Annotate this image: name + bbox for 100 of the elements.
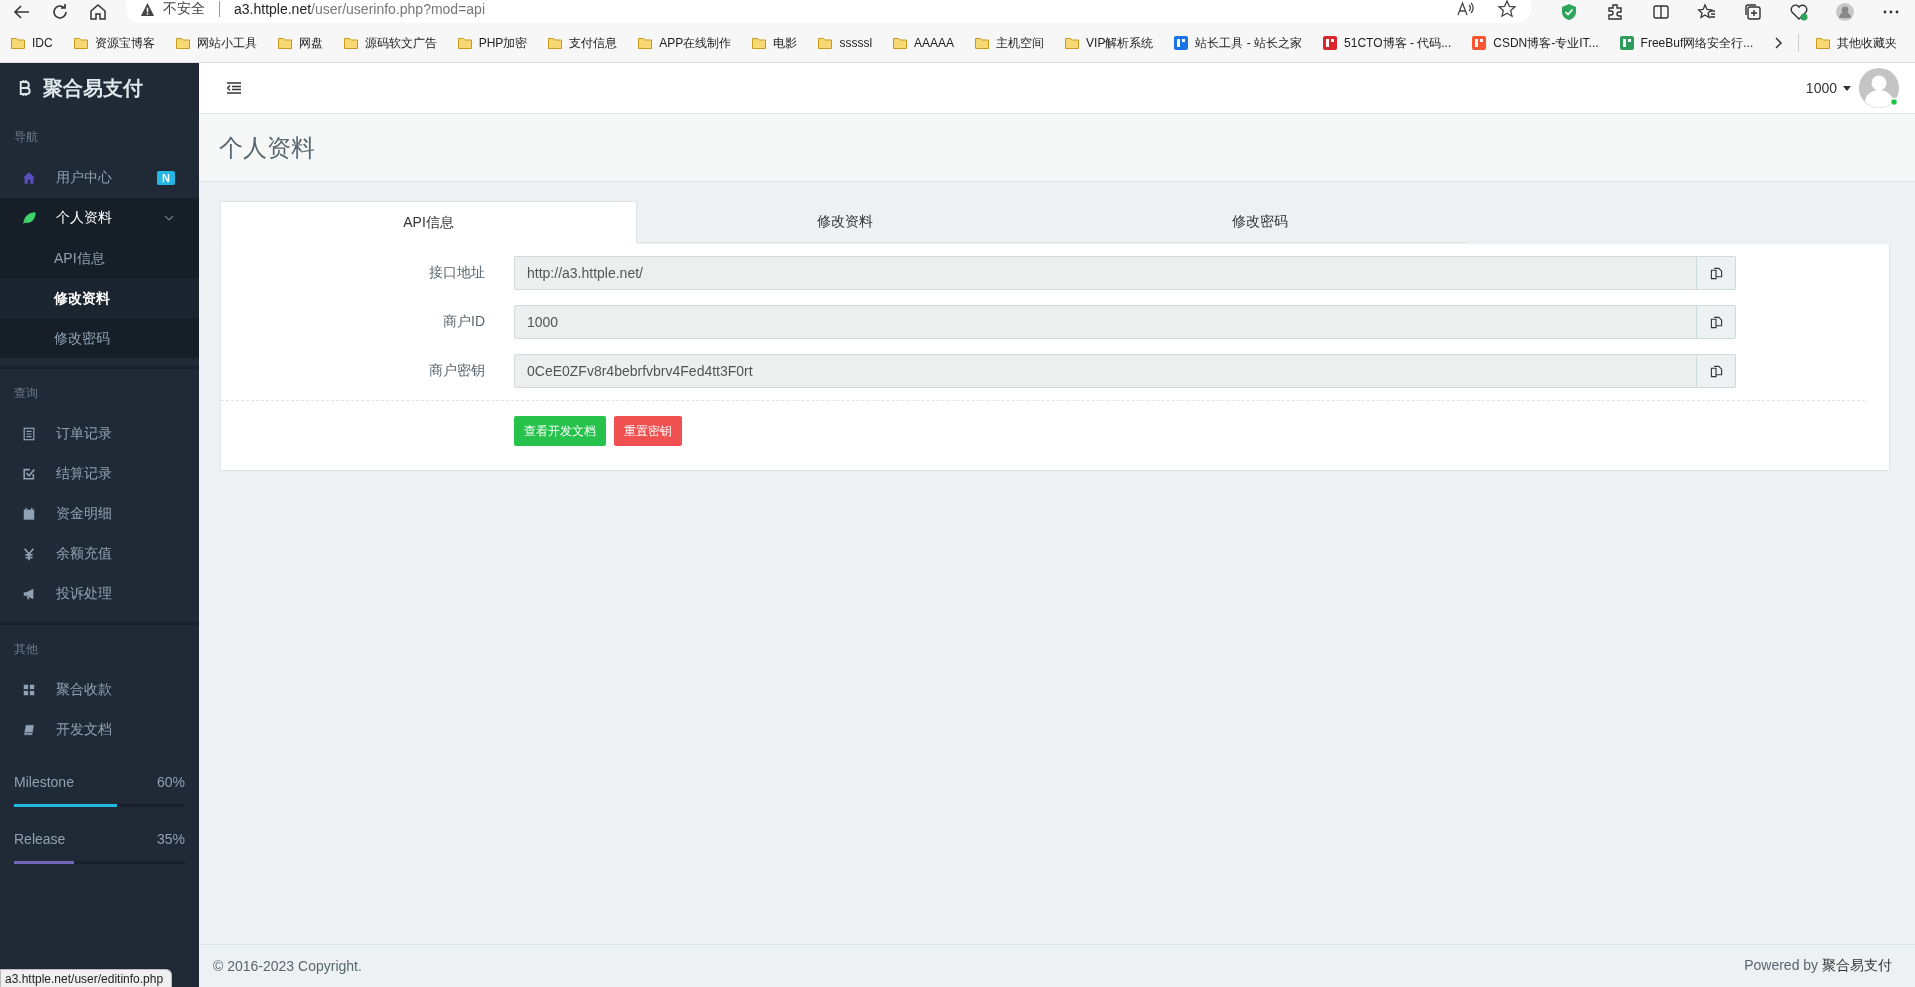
bullhorn-icon — [22, 587, 36, 601]
profile-icon[interactable] — [1835, 2, 1855, 22]
section-heading: 其他 — [13, 641, 39, 658]
yen-icon — [22, 547, 36, 561]
bookmark[interactable]: 网站小工具 — [170, 31, 261, 55]
warning-icon — [140, 1, 155, 17]
bookmark[interactable]: VIP解析系统 — [1060, 31, 1158, 55]
copy-button[interactable] — [1697, 256, 1736, 290]
nav-item[interactable]: 个人资料 — [0, 198, 199, 238]
bookmark[interactable]: IDC — [6, 32, 57, 54]
copy-button[interactable] — [1697, 354, 1736, 388]
address-bar[interactable]: 不安全 a3.httple.net/user/userinfo.php?mod=api — [126, 0, 1531, 23]
input-field[interactable]: 1000 — [514, 305, 1697, 339]
bookmark[interactable]: 资源宝博客 — [68, 31, 159, 55]
home-icon — [22, 171, 36, 185]
folder-icon — [547, 35, 564, 51]
leaf-icon — [22, 211, 36, 225]
folder-icon — [72, 35, 89, 51]
folder-icon — [1815, 35, 1831, 51]
folder-icon — [342, 35, 359, 51]
input-field[interactable]: http://a3.httple.net/ — [514, 256, 1697, 290]
nav-item[interactable]: 结算记录 — [0, 454, 199, 494]
action-button[interactable]: 重置密钥 — [614, 416, 682, 446]
copy-icon — [1709, 315, 1723, 329]
security-label: 不安全 — [163, 0, 205, 18]
split-screen-icon[interactable] — [1651, 2, 1671, 22]
heart-pulse-icon[interactable] — [1789, 2, 1809, 22]
powered-by-text: Powered by 聚合易支付 — [1744, 957, 1892, 975]
folder-icon — [817, 35, 834, 51]
bookmark[interactable]: 主机空间 — [970, 31, 1049, 55]
nav-item[interactable]: 开发文档 — [0, 710, 199, 750]
field-label: 商户密钥 — [428, 362, 486, 380]
favorites-icon[interactable] — [1697, 2, 1717, 22]
progress-label: Milestone — [14, 774, 74, 790]
folder-icon — [456, 35, 473, 51]
input-field[interactable]: 0CeE0ZFv8r4bebrfvbrv4Fed4tt3F0rt — [514, 354, 1697, 388]
progress-reading: 60% — [156, 774, 185, 790]
copyright-text: © 2016-2023 Copyright. — [213, 958, 362, 974]
bitcoin-icon — [19, 79, 31, 97]
nav-item[interactable]: 聚合收款 — [0, 670, 199, 710]
user-menu[interactable]: 1000 — [1805, 80, 1851, 96]
folder-icon — [637, 35, 654, 51]
bookmark[interactable]: sssssl — [813, 32, 877, 54]
calendar-icon — [22, 507, 36, 521]
bookmark[interactable]: 源码软文广告 — [338, 31, 441, 55]
bookmark[interactable]: 网盘 — [272, 31, 327, 55]
bookmark[interactable]: 站长工具 - 站长之家 — [1169, 31, 1307, 55]
bookmark[interactable]: AAAAA — [888, 32, 959, 54]
folder-icon — [10, 35, 26, 51]
new-badge: N — [157, 171, 175, 185]
status-url: a3.httple.net/user/editinfo.php — [0, 969, 173, 987]
copy-button[interactable] — [1697, 305, 1736, 339]
nav-item[interactable]: 资金明细 — [0, 494, 199, 534]
submenu-item[interactable]: API信息 — [0, 238, 199, 278]
tab[interactable]: 修改密码 — [1052, 201, 1467, 243]
bookmark[interactable]: CSDN博客-专业IT... — [1467, 31, 1603, 55]
star-icon[interactable] — [1497, 0, 1517, 19]
folder-icon — [276, 35, 293, 51]
bookmark[interactable]: 电影 — [747, 31, 802, 55]
section-heading: 查询 — [13, 385, 39, 402]
tab[interactable]: API信息 — [220, 201, 637, 244]
nav-item[interactable]: 用户中心 N — [0, 158, 199, 198]
bookmark[interactable]: FreeBuf网络安全行... — [1614, 31, 1758, 55]
book-icon — [22, 723, 36, 737]
bookmark[interactable]: 其他收藏夹 — [1811, 31, 1901, 55]
menu-icon[interactable] — [227, 82, 241, 94]
folder-icon — [751, 35, 768, 51]
nav-item[interactable]: 余额充值 — [0, 534, 199, 574]
field-label: 商户ID — [442, 313, 486, 331]
caret-icon — [1843, 85, 1851, 91]
list-icon — [22, 427, 36, 441]
bookmark[interactable]: 支付信息 — [543, 31, 622, 55]
folder-icon — [174, 35, 191, 51]
field-label: 接口地址 — [428, 264, 486, 282]
bookmark[interactable]: APP在线制作 — [633, 31, 736, 55]
tab[interactable]: 修改资料 — [637, 201, 1052, 243]
check-icon — [22, 467, 36, 481]
section-heading: 导航 — [13, 129, 39, 146]
bookmark[interactable]: PHP加密 — [452, 31, 532, 55]
extensions-icon[interactable] — [1605, 2, 1625, 22]
progress-label: Release — [14, 831, 66, 847]
submenu-item[interactable]: 修改资料 — [0, 278, 199, 318]
collections-icon[interactable] — [1743, 2, 1763, 22]
progress-reading: 35% — [156, 831, 185, 847]
home-icon[interactable] — [88, 2, 108, 22]
copy-icon — [1709, 266, 1723, 280]
folder-icon — [1064, 35, 1081, 51]
submenu-item[interactable]: 修改密码 — [0, 318, 199, 358]
copy-icon — [1709, 364, 1723, 378]
url-text: a3.httple.net/user/userinfo.php?mod=api — [234, 1, 486, 17]
grid-icon — [22, 683, 36, 697]
nav-item[interactable]: 投诉处理 — [0, 574, 199, 614]
refresh-icon[interactable] — [50, 2, 70, 22]
shield-icon[interactable] — [1559, 2, 1579, 22]
brand-name: 聚合易支付 — [43, 75, 143, 101]
page-title: 个人资料 — [219, 132, 315, 163]
folder-icon — [974, 35, 991, 51]
bookmark[interactable]: 51CTO博客 - 代码... — [1318, 31, 1456, 55]
folder-icon — [892, 35, 909, 51]
nav-item[interactable]: 订单记录 — [0, 414, 199, 454]
